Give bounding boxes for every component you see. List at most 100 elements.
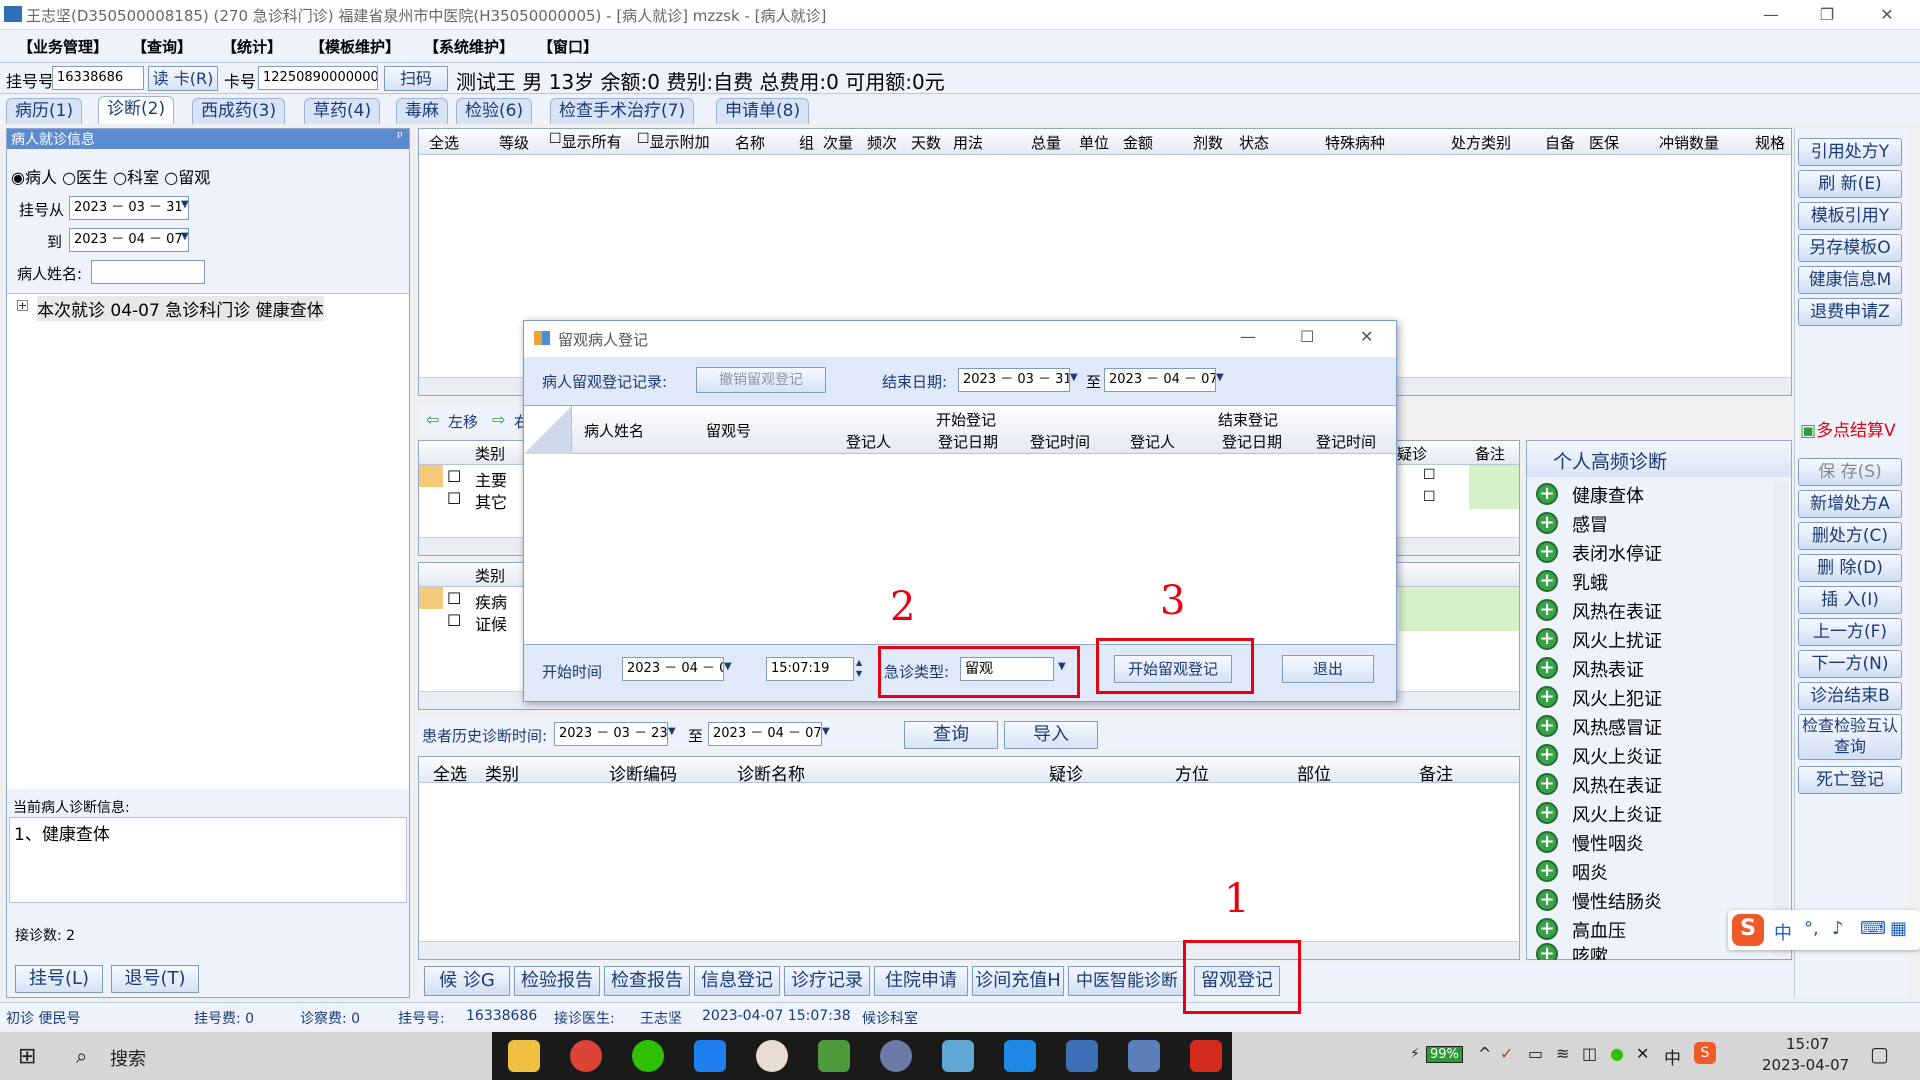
chrome-icon[interactable] <box>570 1040 602 1072</box>
tab-herbal[interactable]: 草药(4) <box>304 98 381 124</box>
punctuation-icon[interactable]: °, <box>1804 918 1819 939</box>
app-avatar-icon[interactable] <box>756 1040 788 1072</box>
app-upload-icon[interactable] <box>694 1040 726 1072</box>
freq-diag-item[interactable]: + 风火上炎证 <box>1532 741 1768 769</box>
row-syndrome-checkbox[interactable]: ☐ <box>447 611 461 630</box>
tab-medical-record[interactable]: 病历(1) <box>6 98 83 124</box>
tab-lab[interactable]: 检验(6) <box>456 98 533 124</box>
tray-ime-indicator[interactable]: 中 <box>1664 1044 1681 1069</box>
row-other-doubt-checkbox[interactable]: ☐ <box>1423 489 1436 505</box>
tab-exam-surgery[interactable]: 检查手术治疗(7) <box>550 98 695 124</box>
add-circle-icon[interactable]: + <box>1536 802 1558 824</box>
menu-query[interactable]: 【查询】 <box>132 36 192 57</box>
end-date-to-dropdown-icon[interactable]: ▼ <box>1216 372 1224 383</box>
freq-diag-item[interactable]: + 风热表证 <box>1532 654 1768 682</box>
add-circle-icon[interactable]: + <box>1536 943 1558 960</box>
history-import-button[interactable]: 导入 <box>1004 721 1098 749</box>
freq-diag-item[interactable]: + 咽炎 <box>1532 857 1768 885</box>
waiting-button[interactable]: 候 诊G <box>424 966 510 996</box>
cancel-observation-button[interactable]: 撤销留观登记 <box>696 367 826 393</box>
mutual-recognition-query-button[interactable]: 检查检验互认查询 <box>1798 714 1902 760</box>
save-button[interactable]: 保 存(S) <box>1798 458 1902 486</box>
radio-observation[interactable]: ○留观 <box>164 168 210 187</box>
end-date-from-field[interactable]: 2023 － 03 － 31 <box>958 368 1070 392</box>
card-no-field[interactable]: 122508900000000 <box>258 66 378 90</box>
save-template-button[interactable]: 另存模板O <box>1798 234 1902 262</box>
health-info-button[interactable]: 健康信息M <box>1798 266 1902 294</box>
tab-diagnosis[interactable]: 诊断(2) <box>98 96 175 124</box>
refresh-button[interactable]: 刷 新(E) <box>1798 170 1902 198</box>
frequent-diag-scrollbar[interactable] <box>1773 481 1789 957</box>
start-date-field[interactable]: 2023 － 04 － 07 <box>622 657 724 681</box>
tray-wechat-icon[interactable]: ● <box>1610 1044 1624 1063</box>
tree-item-current-visit[interactable]: 本次就诊 04-07 急诊科门诊 健康查体 <box>37 296 324 321</box>
radio-patient[interactable]: ◉病人 <box>11 168 57 187</box>
microphone-icon[interactable]: ♪ <box>1832 918 1844 939</box>
ime-lang-indicator[interactable]: 中 <box>1774 919 1792 945</box>
app-compass-icon[interactable] <box>880 1040 912 1072</box>
start-date-dropdown-icon[interactable]: ▼ <box>724 661 732 672</box>
history-to-dropdown-icon[interactable]: ▼ <box>822 726 830 737</box>
tcm-ai-diagnosis-button[interactable]: 中医智能诊断 <box>1068 966 1186 996</box>
add-circle-icon[interactable]: + <box>1536 686 1558 708</box>
end-date-to-field[interactable]: 2023 － 04 － 07 <box>1104 368 1216 392</box>
freq-diag-item[interactable]: + 风火上扰证 <box>1532 625 1768 653</box>
pin-icon[interactable]: ᵖ <box>397 129 403 145</box>
add-circle-icon[interactable]: + <box>1536 715 1558 737</box>
next-prescription-button[interactable]: 下一方(N) <box>1798 650 1902 678</box>
restore-button[interactable]: ❐ <box>1804 0 1850 30</box>
row-disease-checkbox[interactable]: ☐ <box>447 589 461 608</box>
tab-western-medicine[interactable]: 西成药(3) <box>192 98 286 124</box>
grid-menu-icon[interactable]: ▦ <box>1890 918 1907 939</box>
finish-treatment-button[interactable]: 诊治结束B <box>1798 682 1902 710</box>
freq-diag-item[interactable]: + 风火上炎证 <box>1532 799 1768 827</box>
tray-sogou-icon[interactable]: S <box>1694 1042 1716 1064</box>
show-extra-checkbox[interactable]: ☐ 显示附加 <box>637 131 710 151</box>
date-to-dropdown-icon[interactable]: ▼ <box>181 231 195 249</box>
row-main-checkbox[interactable]: ☐ <box>447 467 461 486</box>
template-cite-button[interactable]: 模板引用Y <box>1798 202 1902 230</box>
info-register-button[interactable]: 信息登记 <box>694 966 780 996</box>
freq-diag-item[interactable]: + 表闭水停证 <box>1532 538 1768 566</box>
radio-department[interactable]: ○科室 <box>113 168 159 187</box>
file-explorer-icon[interactable] <box>508 1040 540 1072</box>
sogou-logo-icon[interactable]: S <box>1732 914 1764 946</box>
history-from-dropdown-icon[interactable]: ▼ <box>668 726 676 737</box>
add-circle-icon[interactable]: + <box>1536 773 1558 795</box>
app-db-icon[interactable] <box>1066 1040 1098 1072</box>
menu-template[interactable]: 【模板维护】 <box>310 36 400 57</box>
dialog-maximize-button[interactable]: ☐ <box>1300 327 1314 346</box>
refund-request-button[interactable]: 退费申请Z <box>1798 298 1902 326</box>
delete-prescription-button[interactable]: 删处方(C) <box>1798 522 1902 550</box>
date-from-dropdown-icon[interactable]: ▼ <box>181 199 195 217</box>
add-circle-icon[interactable]: + <box>1536 744 1558 766</box>
exit-button[interactable]: 退出 <box>1282 655 1374 683</box>
add-circle-icon[interactable]: + <box>1536 599 1558 621</box>
history-query-button[interactable]: 查询 <box>904 721 998 749</box>
new-prescription-button[interactable]: 新增处方A <box>1798 490 1902 518</box>
wifi-icon[interactable]: ≋ <box>1556 1044 1569 1063</box>
move-left-icon[interactable]: ⇦ <box>426 410 439 429</box>
time-spinner-icon[interactable]: ▲ ▼ <box>856 657 868 681</box>
freq-diag-item[interactable]: + 健康查体 <box>1532 480 1768 508</box>
end-date-from-dropdown-icon[interactable]: ▼ <box>1070 372 1078 383</box>
reg-no-field[interactable]: 16338686 <box>52 66 144 90</box>
freq-diag-item[interactable]: + 风热在表证 <box>1532 596 1768 624</box>
history-hscrollbar[interactable] <box>419 941 1519 959</box>
insert-button[interactable]: 插 入(I) <box>1798 586 1902 614</box>
register-button[interactable]: 挂号(L) <box>15 965 103 993</box>
close-button[interactable]: ✕ <box>1864 0 1910 30</box>
tab-request[interactable]: 申请单(8) <box>716 98 810 124</box>
app-his-icon[interactable] <box>1128 1040 1160 1072</box>
app-editor-icon[interactable] <box>818 1040 850 1072</box>
volume-muted-icon[interactable]: ✕ <box>1636 1044 1649 1063</box>
move-right-icon[interactable]: ⇨ <box>492 410 505 429</box>
freq-diag-item[interactable]: + 乳蛾 <box>1532 567 1768 595</box>
tray-device-icon[interactable]: ▭ <box>1528 1044 1543 1063</box>
minimize-button[interactable]: — <box>1748 0 1794 30</box>
history-to-field[interactable]: 2023 － 04 － 07 <box>708 722 822 746</box>
freq-diag-item[interactable]: + 慢性咽炎 <box>1532 828 1768 856</box>
windows-start-icon[interactable]: ⊞ <box>18 1044 36 1069</box>
recharge-button[interactable]: 诊间充值H <box>972 966 1064 996</box>
start-time-field[interactable]: 15:07:19 <box>766 657 854 681</box>
